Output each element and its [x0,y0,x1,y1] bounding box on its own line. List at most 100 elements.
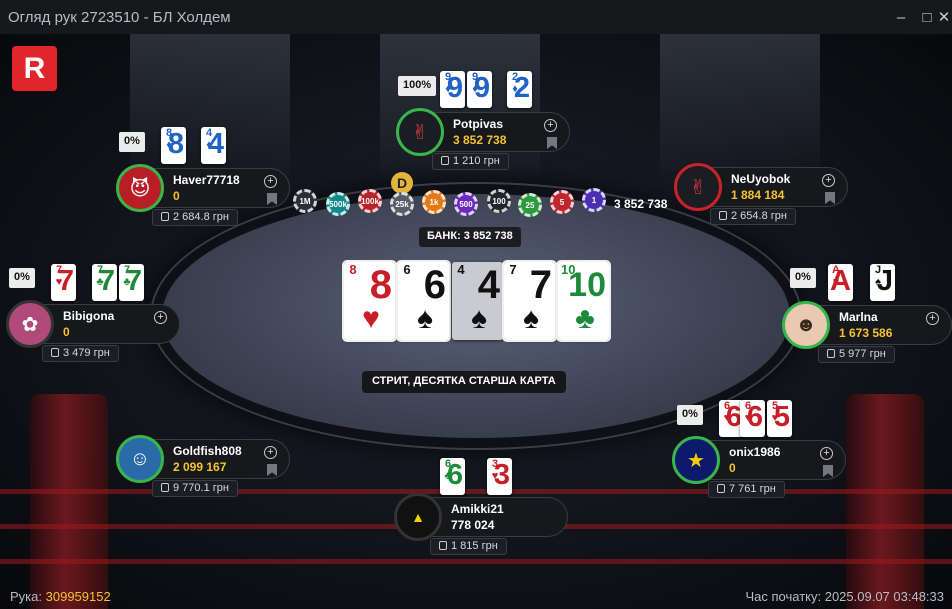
ukraine-avatar-icon: ★ [687,449,705,472]
add-note-icon[interactable]: + [264,446,277,459]
avatar: ✌ [396,108,444,156]
seat-amikki21[interactable]: ▲ Amikki21 778 024 1 815 грн [394,493,570,579]
coin-icon [51,348,59,357]
hole-card: 3 ♥ 3 [487,458,512,495]
hole-card: 2 ♦ 2 [507,71,532,108]
card-rank: 6 [403,262,411,277]
club-suit-icon: ♣ [575,302,595,335]
player-winnings: 2 684.8 грн [152,209,238,226]
pot-chip: 1 [582,188,606,212]
heart-suit-icon: ♥ [362,302,380,335]
hole-card: 7 ♣ 7 [92,264,117,301]
player-stack: 1 673 586 [839,326,893,340]
seat-marlna[interactable]: ☻ Marlna 1 673 586 + 5 977 грн [782,301,952,387]
avatar: ✌ [674,163,722,211]
card-rank-large: 2 [513,72,530,104]
coin-icon [717,484,725,493]
coin-icon [827,349,835,358]
card-rank-large: 4 [477,263,500,307]
avatar: ✿ [6,300,54,348]
spade-suit-icon: ♠ [471,302,487,335]
winnings-value: 9 770.1 грн [173,482,229,494]
start-time-footer: Час початку: 2025.09.07 03:48:33 [745,589,944,604]
card-rank: 8 [349,262,357,277]
avatar: ☺ [116,435,164,483]
equity-badge: 100% [398,76,437,96]
vbet-logo-icon: ✌ [411,121,429,144]
equity-badge: 0% [119,132,145,152]
board-card: 6 6 ♠ [396,260,451,342]
equity-badge: 0% [790,268,816,288]
add-note-icon[interactable]: + [822,174,835,187]
player-winnings: 9 770.1 грн [152,480,238,497]
pot-chip: 500 [454,192,478,216]
spade-suit-icon: ♠ [523,302,539,335]
pot-chip: 25 [518,193,542,217]
winnings-value: 3 479 грн [63,347,110,359]
card-rank-large: 3 [493,459,510,491]
coin-icon [719,211,727,220]
bookmark-icon [267,464,277,476]
hand-label: Рука: [10,589,42,604]
player-winnings: 7 761 грн [708,481,785,498]
board-card: 10 10 ♣ [556,260,611,342]
winnings-value: 5 977 грн [839,348,886,360]
pot-label: БАНК: 3 852 738 [419,227,521,247]
avatar: 😈 [116,164,164,212]
player-name: Amikki21 [451,502,504,516]
coin-icon [439,541,447,550]
winnings-value: 2 654.8 грн [731,210,787,222]
player-winnings: 3 479 грн [42,345,119,362]
hole-card: 5 ♥ 5 [767,400,792,437]
girl-avatar-icon: ☻ [795,313,817,336]
pot-chip: 1M [293,189,317,213]
hole-card: 6 ♣ 6 [440,458,465,495]
navi-logo-icon: ▲ [411,509,425,525]
hand-result-text: СТРИТ, ДЕСЯТКА СТАРША КАРТА [362,371,566,393]
board-card: 7 7 ♠ [502,260,557,342]
player-winnings: 5 977 грн [818,346,895,363]
card-rank-large: J [876,265,893,297]
player-winnings: 2 654.8 грн [710,208,796,225]
equity-badge: 0% [677,405,703,425]
seat-neuyobok[interactable]: ✌ NeUyobok 1 884 184 + 2 654.8 грн [674,163,850,249]
add-note-icon[interactable]: + [544,119,557,132]
start-time-value: 2025.09.07 03:48:33 [824,589,944,604]
card-rank-large: 8 [369,263,392,307]
add-note-icon[interactable]: + [264,175,277,188]
hole-card: 9 ♦ 9 [440,71,465,108]
card-rank-large: 7 [57,265,74,297]
card-rank-large: 6 [423,263,446,307]
pot-chip: 100k [358,189,382,213]
card-rank-large: 6 [746,401,763,433]
coin-icon [161,212,169,221]
vbet-logo-icon: ✌ [689,176,707,199]
card-rank-large: 6 [446,459,463,491]
card-rank-large: 7 [125,265,142,297]
add-note-icon[interactable]: + [820,447,833,460]
winnings-value: 2 684.8 грн [173,211,229,223]
pot-chip: 25k [390,192,414,216]
bookmark-icon [825,192,835,204]
player-winnings: 1 210 грн [432,153,509,170]
hole-card: 6 ♥ 6 [740,400,765,437]
close-icon[interactable]: ✕ [936,0,952,34]
card-rank-large: 4 [207,128,224,160]
add-note-icon[interactable]: + [154,311,167,324]
seat-bibigona[interactable]: ✿ Bibigona 0 + 3 479 грн [6,300,182,386]
seat-potpivas[interactable]: ✌ Potpivas 3 852 738 + 1 210 грн [396,108,572,194]
avatar: ▲ [394,493,442,541]
hand-id: 309959152 [45,589,111,604]
seat-haver77718[interactable]: 😈 Haver77718 0 + 2 684.8 грн [116,164,292,250]
card-rank-large: 10 [568,266,606,304]
player-stack: 778 024 [451,518,495,532]
flower-avatar-icon: ✿ [21,313,39,336]
equity-badge: 0% [9,268,35,288]
seat-onix1986[interactable]: ★ onix1986 0 + 7 761 грн [672,436,848,522]
seat-goldfish808[interactable]: ☺ Goldfish808 2 099 167 + 9 770.1 грн [116,435,292,521]
hole-card: 8 ♦ 8 [161,127,186,164]
hole-card: 7 ♥ 7 [51,264,76,301]
bookmark-icon [547,137,557,149]
add-note-icon[interactable]: + [926,312,939,325]
bookmark-icon [823,465,833,477]
